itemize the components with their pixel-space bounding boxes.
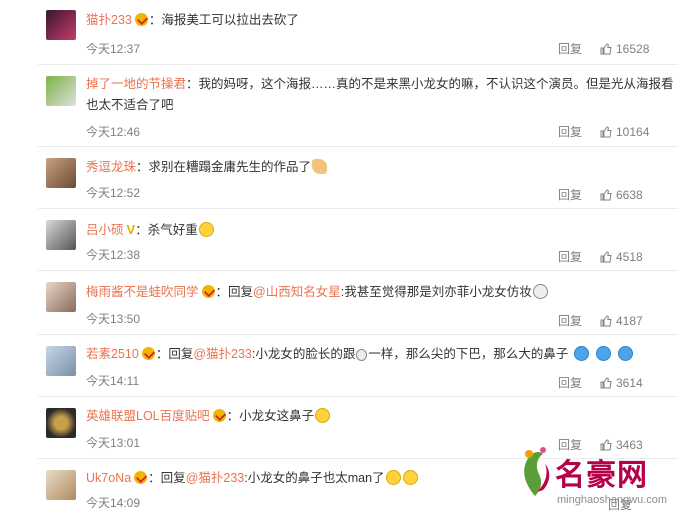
username-link[interactable]: 秀逗龙珠 (86, 160, 136, 174)
like-thumb-icon[interactable] (600, 42, 612, 55)
comment-time: 今天13:01 (86, 436, 141, 450)
reply-button[interactable]: 回复 (558, 40, 582, 57)
like-thumb-icon[interactable] (600, 314, 612, 327)
username-link[interactable]: 英雄联盟LOL百度贴吧 (86, 409, 210, 423)
avatar[interactable] (46, 470, 76, 500)
reply-button[interactable]: 回复 (558, 248, 582, 265)
comment-text: ：求别在糟蹋金庸先生的作品了 (136, 160, 312, 174)
vip-crown-icon (201, 285, 215, 298)
verified-v-icon: V (126, 222, 136, 237)
site-watermark: 名豪网 minghaoshangwu.com (505, 438, 690, 525)
mention-link[interactable]: @猫扑233 (186, 471, 245, 485)
vip-crown-icon (141, 347, 155, 360)
reply-button[interactable]: 回复 (558, 374, 582, 391)
avatar[interactable] (46, 282, 76, 312)
brand-logo-icon (524, 447, 550, 496)
like-count: 16528 (616, 41, 650, 56)
comment-text: ：回复 (155, 347, 194, 361)
comment-actions: 回复 10164 (558, 123, 650, 140)
comment-time: 今天14:09 (86, 496, 141, 510)
comment-text: ：回复 (215, 285, 254, 299)
avatar[interactable] (46, 408, 76, 438)
comment-time: 今天12:52 (86, 186, 141, 200)
username-link[interactable]: 吕小硕 (86, 223, 124, 237)
goat-emoji-icon (356, 349, 368, 361)
like-count: 3614 (616, 375, 643, 390)
comment-text: :小龙女的脸长的跟 (251, 347, 356, 361)
vip-crown-icon (134, 13, 148, 26)
vip-crown-icon (134, 471, 148, 484)
username-link[interactable]: 掉了一地的节操君 (86, 77, 186, 91)
comment-actions: 回复 6638 (558, 186, 650, 203)
comment-text: ：杀气好重 (135, 223, 198, 237)
avatar[interactable] (46, 220, 76, 250)
like-thumb-icon[interactable] (600, 376, 612, 389)
laugh-emoji-icon (402, 470, 418, 485)
clap-emoji-icon (312, 159, 328, 174)
comment-time: 今天12:37 (86, 42, 141, 56)
avatar[interactable] (46, 10, 76, 40)
comment-text: ：小龙女这鼻子 (226, 409, 315, 423)
avatar[interactable] (46, 346, 76, 376)
username-link[interactable]: 若素2510 (86, 347, 139, 361)
mention-link[interactable]: @山西知名女星 (253, 285, 341, 299)
avatar[interactable] (46, 76, 76, 106)
brand-url: minghaoshangwu.com (557, 494, 668, 506)
reply-button[interactable]: 回复 (558, 123, 582, 140)
comment-text: 一样，那么尖的下巴，那么大的鼻子 (368, 347, 569, 361)
comment-actions: 回复 3614 (558, 374, 650, 391)
reply-button[interactable]: 回复 (558, 312, 582, 329)
like-count: 10164 (616, 124, 650, 139)
brand-name: 名豪网 (555, 459, 648, 492)
like-thumb-icon[interactable] (600, 188, 612, 201)
comment-actions: 回复 4187 (558, 312, 650, 329)
comment-time: 今天13:50 (86, 312, 141, 326)
like-thumb-icon[interactable] (600, 125, 612, 138)
comment-text: ：海报美工可以拉出去砍了 (148, 13, 299, 27)
mention-link[interactable]: @猫扑233 (193, 347, 252, 361)
username-link[interactable]: Uk7oNa (86, 471, 131, 485)
comment-text: :我甚至觉得那是刘亦菲小龙女仿妆 (340, 285, 532, 299)
laugh-emoji-icon (315, 408, 331, 423)
reply-button[interactable]: 回复 (558, 186, 582, 203)
comment-list: 猫扑233 ：海报美工可以拉出去砍了 今天12:37 回复 16528 掉了一地的… (0, 0, 690, 525)
cry-emoji-icon (574, 346, 590, 361)
comment-actions: 回复 16528 (558, 40, 650, 57)
comment-time: 今天14:11 (86, 374, 140, 388)
comment-text: :小龙女的鼻子也太man了 (244, 471, 385, 485)
vip-crown-icon (212, 409, 226, 422)
comment-time: 今天12:46 (86, 125, 141, 139)
comment-actions: 回复 4518 (558, 248, 650, 265)
like-thumb-icon[interactable] (600, 250, 612, 263)
cry-emoji-icon (618, 346, 634, 361)
username-link[interactable]: 猫扑233 (86, 13, 132, 27)
comment-time: 今天12:38 (86, 248, 141, 262)
like-count: 4518 (616, 249, 643, 264)
like-count: 4187 (616, 313, 643, 328)
avatar[interactable] (46, 158, 76, 188)
username-link[interactable]: 梅雨酱不是蛙吹同学 (86, 285, 199, 299)
doge-emoji-icon (532, 284, 548, 299)
cry-emoji-icon (596, 346, 612, 361)
laugh-emoji-icon (198, 222, 214, 237)
laugh-emoji-icon (385, 470, 401, 485)
like-count: 6638 (616, 187, 643, 202)
comment-text: ：回复 (148, 471, 186, 485)
